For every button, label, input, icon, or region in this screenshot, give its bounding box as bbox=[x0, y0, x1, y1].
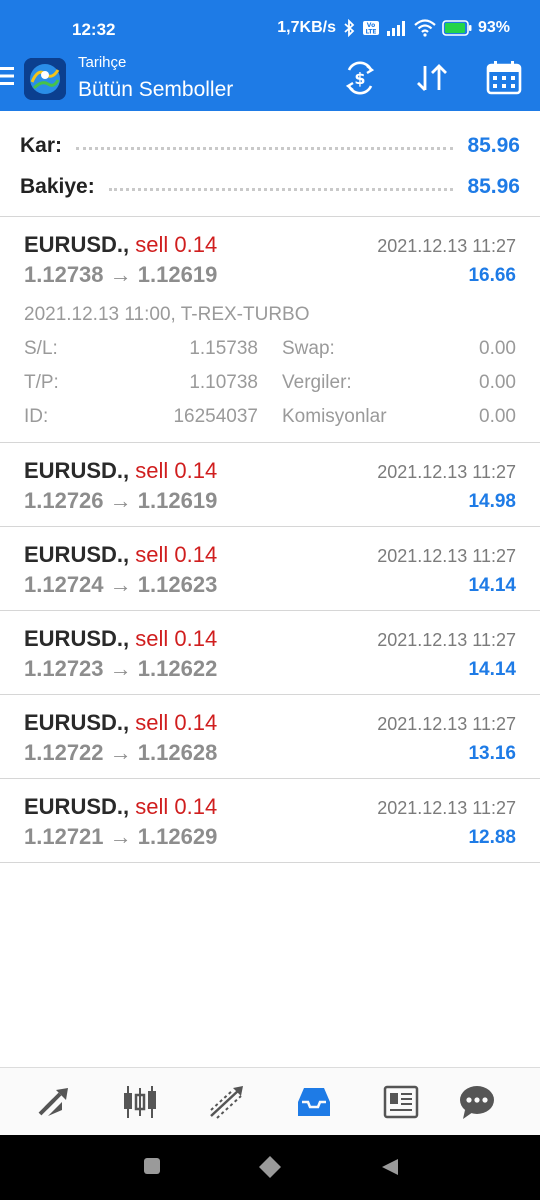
trade-profit: 13.16 bbox=[468, 743, 516, 764]
trade-time: 2021.12.13 11:27 bbox=[377, 714, 516, 734]
profit-value: 85.96 bbox=[467, 134, 520, 157]
trade-open-info: 2021.12.13 11:00, T-REX-TURBO bbox=[24, 304, 310, 325]
svg-text:$: $ bbox=[354, 69, 365, 88]
currency-exchange-icon[interactable]: $ bbox=[340, 60, 380, 96]
sl-label: S/L: bbox=[24, 338, 58, 359]
trade-list: EURUSD., sell 0.14 1.12738 → 1.12619 202… bbox=[0, 217, 540, 863]
trade-symbol: EURUSD., sell 0.14 bbox=[24, 794, 218, 819]
news-icon[interactable] bbox=[381, 1082, 421, 1122]
tax-label: Vergiler: bbox=[282, 372, 352, 393]
trade-side: sell 0.14 bbox=[135, 710, 218, 735]
battery-icon bbox=[442, 20, 472, 36]
trade-symbol: EURUSD., sell 0.14 bbox=[24, 232, 218, 257]
trade-time: 2021.12.13 11:27 bbox=[377, 236, 516, 256]
menu-icon[interactable] bbox=[0, 64, 14, 88]
trade-time: 2021.12.13 11:27 bbox=[377, 630, 516, 650]
tp-label: T/P: bbox=[24, 372, 59, 393]
dotted-leader bbox=[76, 147, 454, 150]
net-speed: 1,7KB/s bbox=[277, 19, 336, 36]
home-icon[interactable] bbox=[258, 1155, 282, 1184]
toolbar-title[interactable]: Bütün Semboller bbox=[78, 78, 233, 102]
trade-profit: 14.14 bbox=[468, 575, 516, 596]
sl-value: 1.15738 bbox=[189, 338, 258, 359]
account-summary: Kar: 85.96 Bakiye: 85.96 bbox=[0, 111, 540, 217]
trade-row[interactable]: EURUSD., sell 0.14 1.12721 → 1.12629 202… bbox=[0, 779, 540, 863]
battery-percent: 93% bbox=[477, 19, 510, 36]
profit-row: Kar: 85.96 bbox=[20, 128, 520, 158]
chat-icon[interactable] bbox=[457, 1082, 497, 1122]
detail-row-sl: S/L: 1.15738 Swap: 0.00 bbox=[24, 338, 516, 364]
trade-side: sell 0.14 bbox=[135, 458, 218, 483]
trade-profit: 14.98 bbox=[468, 491, 516, 512]
wifi-icon bbox=[414, 19, 436, 37]
history-icon[interactable] bbox=[294, 1082, 334, 1122]
dotted-leader bbox=[108, 188, 454, 191]
recent-apps-icon[interactable] bbox=[143, 1157, 161, 1180]
balance-label: Bakiye: bbox=[20, 175, 95, 198]
status-time: 12:32 bbox=[72, 20, 116, 39]
trade-prices: 1.12738 → 1.12619 bbox=[24, 262, 218, 287]
profit-label: Kar: bbox=[20, 134, 63, 157]
id-label: ID: bbox=[24, 406, 49, 427]
trade-prices: 1.12721 → 1.12629 bbox=[24, 824, 218, 849]
swap-label: Swap: bbox=[282, 338, 335, 359]
trade-side: sell 0.14 bbox=[135, 626, 218, 651]
trade-time: 2021.12.13 11:27 bbox=[377, 798, 516, 818]
chart-icon[interactable] bbox=[120, 1082, 160, 1122]
balance-value: 85.96 bbox=[467, 175, 520, 198]
app-logo bbox=[24, 58, 66, 100]
trade-prices: 1.12723 → 1.12622 bbox=[24, 656, 218, 681]
sort-icon[interactable] bbox=[412, 60, 452, 96]
trade-row[interactable]: EURUSD., sell 0.14 1.12722 → 1.12628 202… bbox=[0, 695, 540, 779]
balance-row: Bakiye: 85.96 bbox=[20, 169, 520, 199]
trade-symbol: EURUSD., sell 0.14 bbox=[24, 458, 218, 483]
swap-value: 0.00 bbox=[479, 338, 516, 359]
trade-row[interactable]: EURUSD., sell 0.14 1.12723 → 1.12622 202… bbox=[0, 611, 540, 695]
trade-side: sell 0.14 bbox=[135, 794, 218, 819]
bottom-navigation bbox=[0, 1067, 540, 1135]
tax-value: 0.00 bbox=[479, 372, 516, 393]
trade-symbol: EURUSD., sell 0.14 bbox=[24, 626, 218, 651]
trade-profit: 12.88 bbox=[468, 827, 516, 848]
trade-icon[interactable] bbox=[207, 1082, 247, 1122]
bluetooth-icon bbox=[342, 19, 356, 37]
trade-profit: 16.66 bbox=[468, 265, 516, 286]
volte-icon: Vo LTE bbox=[362, 20, 380, 36]
trade-profit: 14.14 bbox=[468, 659, 516, 680]
trade-side: sell 0.14 bbox=[135, 232, 218, 257]
calendar-icon[interactable] bbox=[484, 60, 524, 96]
app-header: 12:32 1,7KB/s Vo LTE 93% Tarihçe Bütün S… bbox=[0, 0, 540, 111]
svg-text:LTE: LTE bbox=[365, 29, 376, 36]
trade-prices: 1.12724 → 1.12623 bbox=[24, 572, 218, 597]
trade-row[interactable]: EURUSD., sell 0.14 1.12738 → 1.12619 202… bbox=[0, 217, 540, 443]
quotes-icon[interactable] bbox=[34, 1082, 74, 1122]
id-value: 16254037 bbox=[173, 406, 258, 427]
commission-value: 0.00 bbox=[479, 406, 516, 427]
trade-side: sell 0.14 bbox=[135, 542, 218, 567]
trade-prices: 1.12722 → 1.12628 bbox=[24, 740, 218, 765]
trade-prices: 1.12726 → 1.12619 bbox=[24, 488, 218, 513]
trade-symbol: EURUSD., sell 0.14 bbox=[24, 710, 218, 735]
toolbar-subtitle: Tarihçe bbox=[78, 54, 127, 71]
status-bar: 12:32 1,7KB/s Vo LTE 93% bbox=[0, 0, 540, 48]
trade-symbol: EURUSD., sell 0.14 bbox=[24, 542, 218, 567]
back-icon[interactable] bbox=[380, 1157, 400, 1182]
system-navigation-bar bbox=[0, 1135, 540, 1200]
trade-time: 2021.12.13 11:27 bbox=[377, 462, 516, 482]
trade-time: 2021.12.13 11:27 bbox=[377, 546, 516, 566]
commission-label: Komisyonlar bbox=[282, 406, 387, 427]
status-indicators: 1,7KB/s Vo LTE 93% bbox=[277, 19, 510, 37]
toolbar: Tarihçe Bütün Semboller $ bbox=[0, 48, 540, 111]
detail-row-id: ID: 16254037 Komisyonlar 0.00 bbox=[24, 406, 516, 432]
detail-row-tp: T/P: 1.10738 Vergiler: 0.00 bbox=[24, 372, 516, 398]
trade-row[interactable]: EURUSD., sell 0.14 1.12724 → 1.12623 202… bbox=[0, 527, 540, 611]
signal-icon bbox=[386, 20, 408, 36]
tp-value: 1.10738 bbox=[189, 372, 258, 393]
trade-row[interactable]: EURUSD., sell 0.14 1.12726 → 1.12619 202… bbox=[0, 443, 540, 527]
